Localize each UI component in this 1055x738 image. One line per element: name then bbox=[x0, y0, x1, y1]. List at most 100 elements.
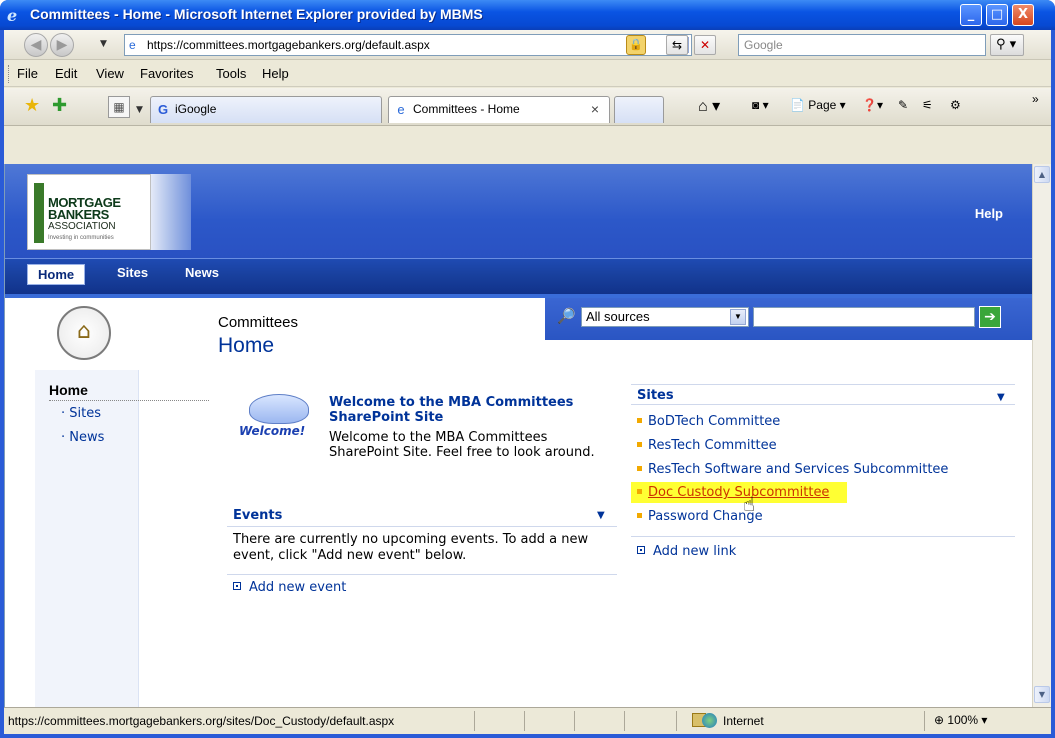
sites-menu-icon[interactable]: ▼ bbox=[997, 392, 1005, 403]
site-link-bodtech[interactable]: BoDTech Committee bbox=[637, 414, 780, 429]
browser-chrome: ◀ ▶ ▼ e https://committees.mortgagebanke… bbox=[4, 30, 1051, 164]
page-menu-label: Page bbox=[808, 98, 837, 112]
security-zone[interactable]: Internet bbox=[702, 713, 764, 728]
tools-icon[interactable]: ⚙ bbox=[950, 98, 961, 112]
tab-igoogle[interactable]: G iGoogle bbox=[150, 96, 382, 123]
nav-sites[interactable]: Sites bbox=[117, 265, 148, 280]
scroll-down-icon[interactable]: ▼ bbox=[1034, 686, 1050, 703]
menu-help[interactable]: Help bbox=[262, 66, 289, 81]
add-icon bbox=[637, 546, 645, 554]
handshake-icon bbox=[249, 394, 309, 424]
lock-icon[interactable]: 🔒 bbox=[626, 35, 646, 55]
nav-news[interactable]: News bbox=[185, 265, 219, 280]
sites-title[interactable]: Sites bbox=[637, 388, 674, 403]
logo-decoration bbox=[151, 174, 191, 250]
quick-tabs-icon[interactable]: ▦ bbox=[108, 96, 130, 118]
status-separator bbox=[676, 711, 677, 731]
status-separator bbox=[474, 711, 475, 731]
menu-favorites[interactable]: Favorites bbox=[140, 66, 193, 81]
page-menu[interactable]: 📄 Page ▾ bbox=[790, 98, 846, 112]
stop-icon[interactable]: ✕ bbox=[694, 35, 716, 55]
google-icon: G bbox=[157, 102, 169, 117]
help-link[interactable]: Help bbox=[975, 206, 1003, 221]
sites-footer-line bbox=[631, 536, 1015, 537]
refresh-icon[interactable]: ⇆ bbox=[666, 35, 688, 55]
menu-bar: File Edit View Favorites Tools Help bbox=[4, 61, 1051, 87]
vertical-scrollbar[interactable]: ▲ ▼ bbox=[1032, 164, 1051, 707]
address-toolbar: ◀ ▶ ▼ e https://committees.mortgagebanke… bbox=[4, 30, 1051, 60]
site-nav: Home Sites News bbox=[5, 258, 1032, 294]
search-scope-value: All sources bbox=[586, 309, 650, 324]
toolbar-grip[interactable] bbox=[8, 65, 10, 83]
site-link-restech-software[interactable]: ResTech Software and Services Subcommitt… bbox=[637, 462, 948, 477]
forward-button[interactable]: ▶ bbox=[50, 33, 74, 57]
tab-list-dropdown-icon[interactable]: ▼ bbox=[136, 105, 143, 115]
page-icon: e bbox=[129, 38, 136, 52]
search-input[interactable]: Google bbox=[738, 34, 986, 56]
address-input[interactable]: e https://committees.mortgagebankers.org… bbox=[124, 34, 692, 56]
welcome-image: Welcome! bbox=[239, 386, 319, 448]
add-favorite-icon[interactable]: ✚ bbox=[52, 97, 67, 115]
nav-home[interactable]: Home bbox=[27, 264, 86, 285]
left-nav-item-sites[interactable]: · Sites bbox=[61, 406, 101, 421]
logo-mark bbox=[34, 183, 44, 243]
browser-window: e Committees - Home - Microsoft Internet… bbox=[0, 0, 1055, 738]
maximize-button[interactable]: □ bbox=[986, 4, 1008, 26]
site-banner: MORTGAGE BANKERS ASSOCIATION Investing in… bbox=[5, 164, 1032, 258]
site-search-input[interactable] bbox=[753, 307, 975, 327]
favorites-star-icon[interactable]: ★ bbox=[24, 97, 40, 115]
site-link-restech[interactable]: ResTech Committee bbox=[637, 438, 777, 453]
search-go-button[interactable]: ➔ bbox=[979, 306, 1001, 328]
address-url: https://committees.mortgagebankers.org/d… bbox=[147, 38, 430, 52]
add-new-event-link[interactable]: Add new event bbox=[233, 580, 346, 595]
sites-top-line bbox=[631, 384, 1015, 385]
toolbar-overflow-icon[interactable]: » bbox=[1032, 92, 1039, 106]
mba-logo[interactable]: MORTGAGE BANKERS ASSOCIATION Investing in… bbox=[27, 174, 151, 250]
menu-file[interactable]: File bbox=[17, 66, 38, 81]
close-tab-icon[interactable]: × bbox=[591, 97, 599, 122]
left-nav-heading[interactable]: Home bbox=[49, 382, 88, 398]
search-icon: 🔎 bbox=[557, 307, 576, 325]
help-menu-icon[interactable]: ❓▾ bbox=[862, 98, 883, 112]
feeds-icon[interactable]: ◙ ▾ bbox=[752, 98, 769, 112]
scroll-up-icon[interactable]: ▲ bbox=[1034, 166, 1050, 183]
events-title[interactable]: Events bbox=[233, 508, 282, 523]
search-button[interactable]: ⚲ ▾ bbox=[990, 34, 1024, 56]
globe-icon bbox=[702, 713, 717, 728]
tab-committees-home[interactable]: e Committees - Home × bbox=[388, 96, 610, 123]
logo-tagline: Investing in communities bbox=[48, 235, 114, 241]
tab-bar: ★ ✚ ▦ ▼ G iGoogle e Committees - Home × … bbox=[4, 88, 1051, 126]
status-url: https://committees.mortgagebankers.org/s… bbox=[8, 714, 395, 728]
logo-text-2: ASSOCIATION bbox=[48, 221, 116, 232]
status-separator bbox=[924, 711, 925, 731]
home-icon[interactable]: ⌂ ▾ bbox=[698, 96, 720, 116]
history-dropdown-icon[interactable]: ▼ bbox=[100, 39, 107, 49]
menu-view[interactable]: View bbox=[96, 66, 124, 81]
logo-text-1: MORTGAGE BANKERS bbox=[48, 195, 121, 222]
menu-edit[interactable]: Edit bbox=[55, 66, 77, 81]
tab-label: iGoogle bbox=[175, 102, 217, 116]
events-menu-icon[interactable]: ▼ bbox=[597, 510, 605, 521]
minimize-button[interactable]: _ bbox=[960, 4, 982, 26]
title-bar: e Committees - Home - Microsoft Internet… bbox=[0, 0, 1055, 30]
search-scope-select[interactable]: All sources ▼ bbox=[581, 307, 749, 327]
add-icon bbox=[233, 582, 241, 590]
welcome-heading: Welcome to the MBA Committees SharePoint… bbox=[329, 395, 574, 425]
share-icon[interactable]: ⚟ bbox=[922, 98, 933, 112]
tab-label: Committees - Home bbox=[413, 102, 520, 116]
menu-tools[interactable]: Tools bbox=[216, 66, 246, 81]
ie-page-icon: e bbox=[397, 102, 405, 117]
home-site-icon: ⌂ bbox=[57, 306, 111, 360]
quick-launch: Home · Sites · News bbox=[35, 370, 209, 707]
back-button[interactable]: ◀ bbox=[24, 33, 48, 57]
chevron-down-icon: ▼ bbox=[730, 309, 746, 325]
add-new-link-link[interactable]: Add new link bbox=[637, 544, 736, 559]
zoom-level[interactable]: ⊕ 100% ▾ bbox=[934, 713, 987, 727]
close-button[interactable]: X bbox=[1012, 4, 1034, 26]
new-tab-button[interactable] bbox=[614, 96, 664, 123]
left-nav-item-news[interactable]: · News bbox=[61, 430, 104, 445]
breadcrumb[interactable]: Committees bbox=[218, 314, 298, 331]
welcome-image-text: Welcome! bbox=[239, 424, 306, 438]
research-icon[interactable]: ✎ bbox=[898, 98, 908, 112]
site-link-doc-custody[interactable]: Doc Custody Subcommittee bbox=[631, 482, 848, 503]
